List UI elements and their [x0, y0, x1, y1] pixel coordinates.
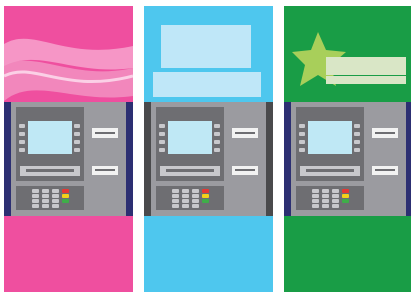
atm-screen	[168, 121, 212, 154]
atm-panel-pink	[4, 6, 133, 292]
atm-side-panel	[284, 102, 291, 216]
atm-side-panel	[266, 102, 273, 216]
atm-machine	[284, 102, 411, 216]
cash-slot-opening	[95, 169, 115, 171]
clear-key	[62, 194, 69, 198]
keypad-frame	[156, 186, 224, 210]
atm-screen	[28, 121, 72, 154]
decor-rectangle	[326, 57, 406, 75]
decor-rectangle	[326, 76, 406, 84]
atm-side-panel	[4, 102, 11, 216]
atm-panel-blue	[144, 6, 273, 292]
cancel-key	[342, 189, 349, 193]
atm-side-panel	[406, 102, 411, 216]
card-slot-opening	[235, 132, 255, 134]
receipt-slot-opening	[166, 169, 214, 172]
receipt-slot-opening	[306, 169, 354, 172]
atm-illustration-blue	[144, 6, 273, 292]
atm-screen	[308, 121, 352, 154]
enter-key	[202, 199, 209, 203]
enter-key	[62, 199, 69, 203]
cash-slot-opening	[235, 169, 255, 171]
enter-key	[342, 199, 349, 203]
cash-slot-opening	[375, 169, 395, 171]
receipt-slot-opening	[26, 169, 74, 172]
decor-rectangle	[161, 25, 251, 68]
cancel-key	[202, 189, 209, 193]
keypad-frame	[296, 186, 364, 210]
atm-side-panel	[144, 102, 151, 216]
atm-machine	[144, 102, 273, 216]
atm-illustration-pink	[4, 6, 133, 292]
clear-key	[202, 194, 209, 198]
keypad-frame	[16, 186, 84, 210]
atm-panel-green	[284, 6, 411, 292]
clear-key	[342, 194, 349, 198]
card-slot-opening	[375, 132, 395, 134]
atm-illustration-green	[284, 6, 411, 292]
card-slot-opening	[95, 132, 115, 134]
atm-machine	[4, 102, 133, 216]
atm-side-panel	[126, 102, 133, 216]
cancel-key	[62, 189, 69, 193]
decor-rectangle	[153, 72, 261, 97]
